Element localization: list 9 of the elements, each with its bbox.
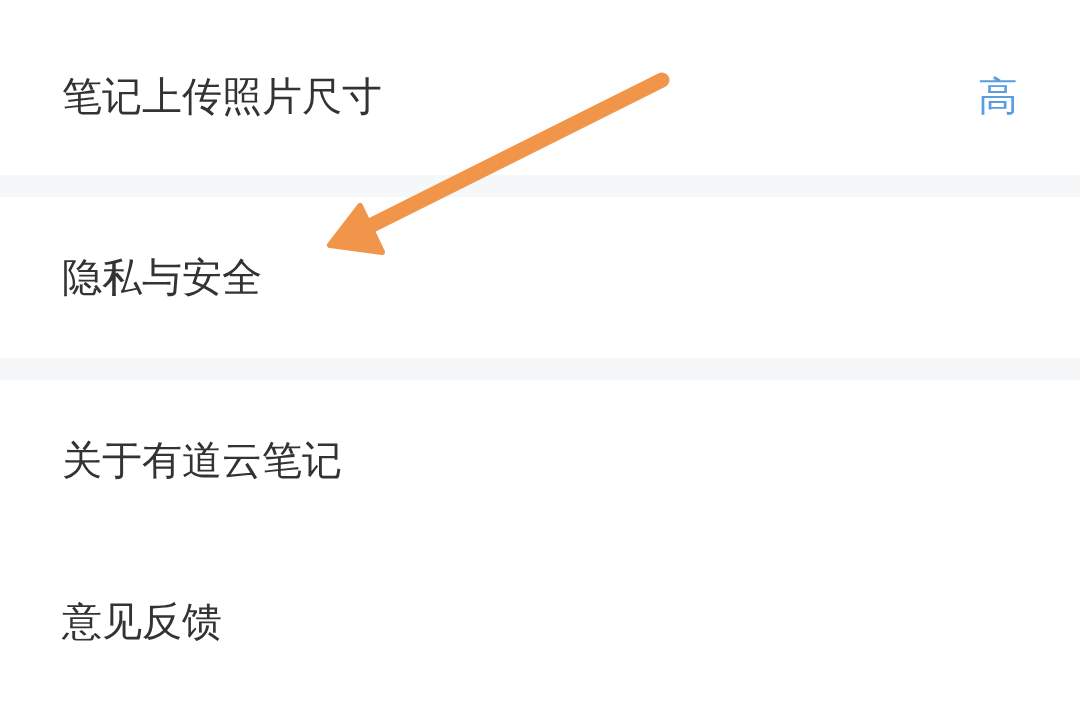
setting-value: 高 <box>978 72 1018 121</box>
setting-label: 意见反馈 <box>62 597 222 646</box>
setting-label: 隐私与安全 <box>62 253 262 302</box>
settings-item[interactable]: 笔记上传照片尺寸 高 <box>0 0 1080 175</box>
setting-label: 笔记上传照片尺寸 <box>62 72 382 121</box>
settings-item[interactable]: 意见反馈 <box>0 541 1080 702</box>
setting-label: 关于有道云笔记 <box>62 436 342 485</box>
settings-item[interactable]: 隐私与安全 <box>0 197 1080 358</box>
settings-item[interactable]: 关于有道云笔记 <box>0 380 1080 541</box>
